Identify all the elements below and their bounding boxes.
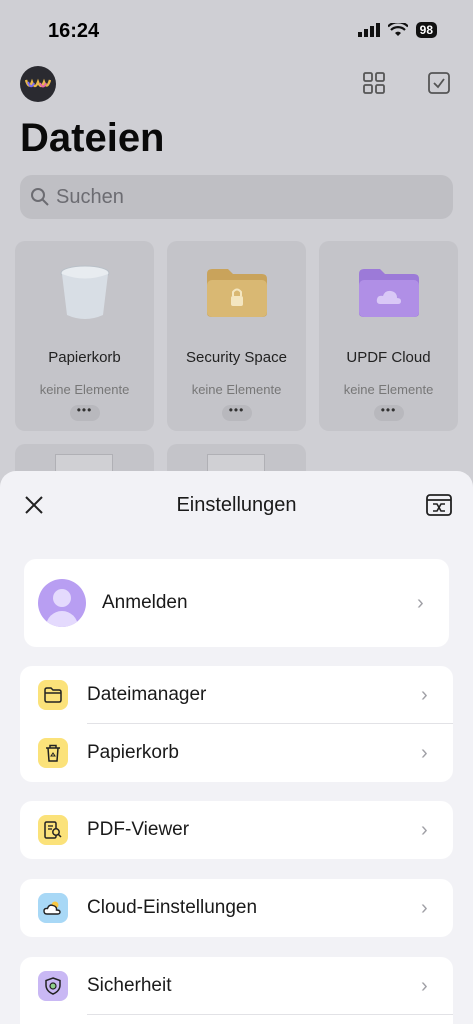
more-icon[interactable]: ••• [373, 404, 404, 421]
battery-indicator: 98 [415, 22, 437, 38]
search-placeholder: Suchen [56, 185, 124, 208]
select-checkbox-icon[interactable] [426, 70, 452, 96]
chevron-right-icon: › [417, 592, 424, 614]
switch-button[interactable] [425, 493, 453, 517]
shuffle-card-icon [426, 494, 452, 516]
sheet-header: Einstellungen [0, 471, 473, 539]
folder-icon [38, 680, 68, 710]
card-sub: keine Elemente [191, 382, 282, 397]
more-icon[interactable]: ••• [69, 404, 100, 421]
status-time: 16:24 [48, 20, 100, 42]
row-papierkorb[interactable]: Papierkorb › [20, 724, 453, 782]
settings-group-files: Dateimanager › Papierkorb › [20, 666, 453, 782]
chevron-right-icon: › [421, 975, 428, 997]
card-security-space[interactable]: Security Space keine Elemente ••• [167, 241, 306, 431]
cloud-folder-icon [319, 263, 458, 323]
app-logo-avatar[interactable] [20, 66, 56, 102]
card-updf-cloud[interactable]: UPDF Cloud keine Elemente ••• [319, 241, 458, 431]
chevron-right-icon: › [421, 742, 428, 764]
signal-icon [357, 23, 380, 37]
row-cloud-einstellungen[interactable]: Cloud-Einstellungen › [20, 879, 453, 937]
row-label: Sicherheit [87, 975, 172, 996]
sheet-title: Einstellungen [176, 494, 297, 516]
lock-folder-icon [167, 263, 306, 323]
search-icon [31, 188, 49, 206]
row-label: Dateimanager [87, 684, 207, 705]
row-label: PDF-Viewer [87, 819, 190, 840]
card-name: Papierkorb [48, 349, 121, 366]
row-sicherheit[interactable]: Sicherheit › [20, 957, 453, 1015]
avatar [38, 579, 86, 627]
row-label: Papierkorb [87, 742, 179, 763]
row-dateimanager[interactable]: Dateimanager › [20, 666, 453, 724]
file-cards: Papierkorb keine Elemente ••• Security S… [15, 241, 458, 431]
more-icon[interactable]: ••• [221, 404, 252, 421]
wifi-icon [387, 23, 408, 36]
search-input[interactable]: Suchen [20, 175, 453, 219]
chevron-right-icon: › [421, 684, 428, 706]
grid-view-icon[interactable] [361, 70, 387, 96]
status-icons: 98 [357, 22, 437, 38]
trash-bin-icon [15, 263, 154, 323]
chevron-right-icon: › [421, 819, 428, 841]
card-trash[interactable]: Papierkorb keine Elemente ••• [15, 241, 154, 431]
card-name: UPDF Cloud [346, 349, 431, 366]
card-name: Security Space [186, 349, 287, 366]
login-label: Anmelden [102, 592, 188, 613]
row-pdf-viewer[interactable]: PDF-Viewer › [20, 801, 453, 859]
card-sub: keine Elemente [343, 382, 434, 397]
row-label: Cloud-Einstellungen [87, 897, 258, 918]
trash-icon [38, 738, 68, 768]
settings-sheet: Einstellungen Anmelden › Dateimanager › … [0, 471, 473, 1024]
logo-icon [25, 78, 51, 88]
pdf-viewer-icon [38, 815, 68, 845]
card-sub: keine Elemente [39, 382, 130, 397]
settings-group-security: Sicherheit › [20, 957, 453, 1024]
settings-group-viewer: PDF-Viewer › [20, 801, 453, 859]
page-title: Dateien [20, 116, 165, 160]
cloud-sun-icon [38, 893, 68, 923]
status-bar: 16:24 98 [0, 0, 473, 60]
login-row[interactable]: Anmelden › [24, 559, 449, 647]
shield-icon [38, 971, 68, 1001]
settings-group-cloud: Cloud-Einstellungen › [20, 879, 453, 937]
chevron-right-icon: › [421, 897, 428, 919]
